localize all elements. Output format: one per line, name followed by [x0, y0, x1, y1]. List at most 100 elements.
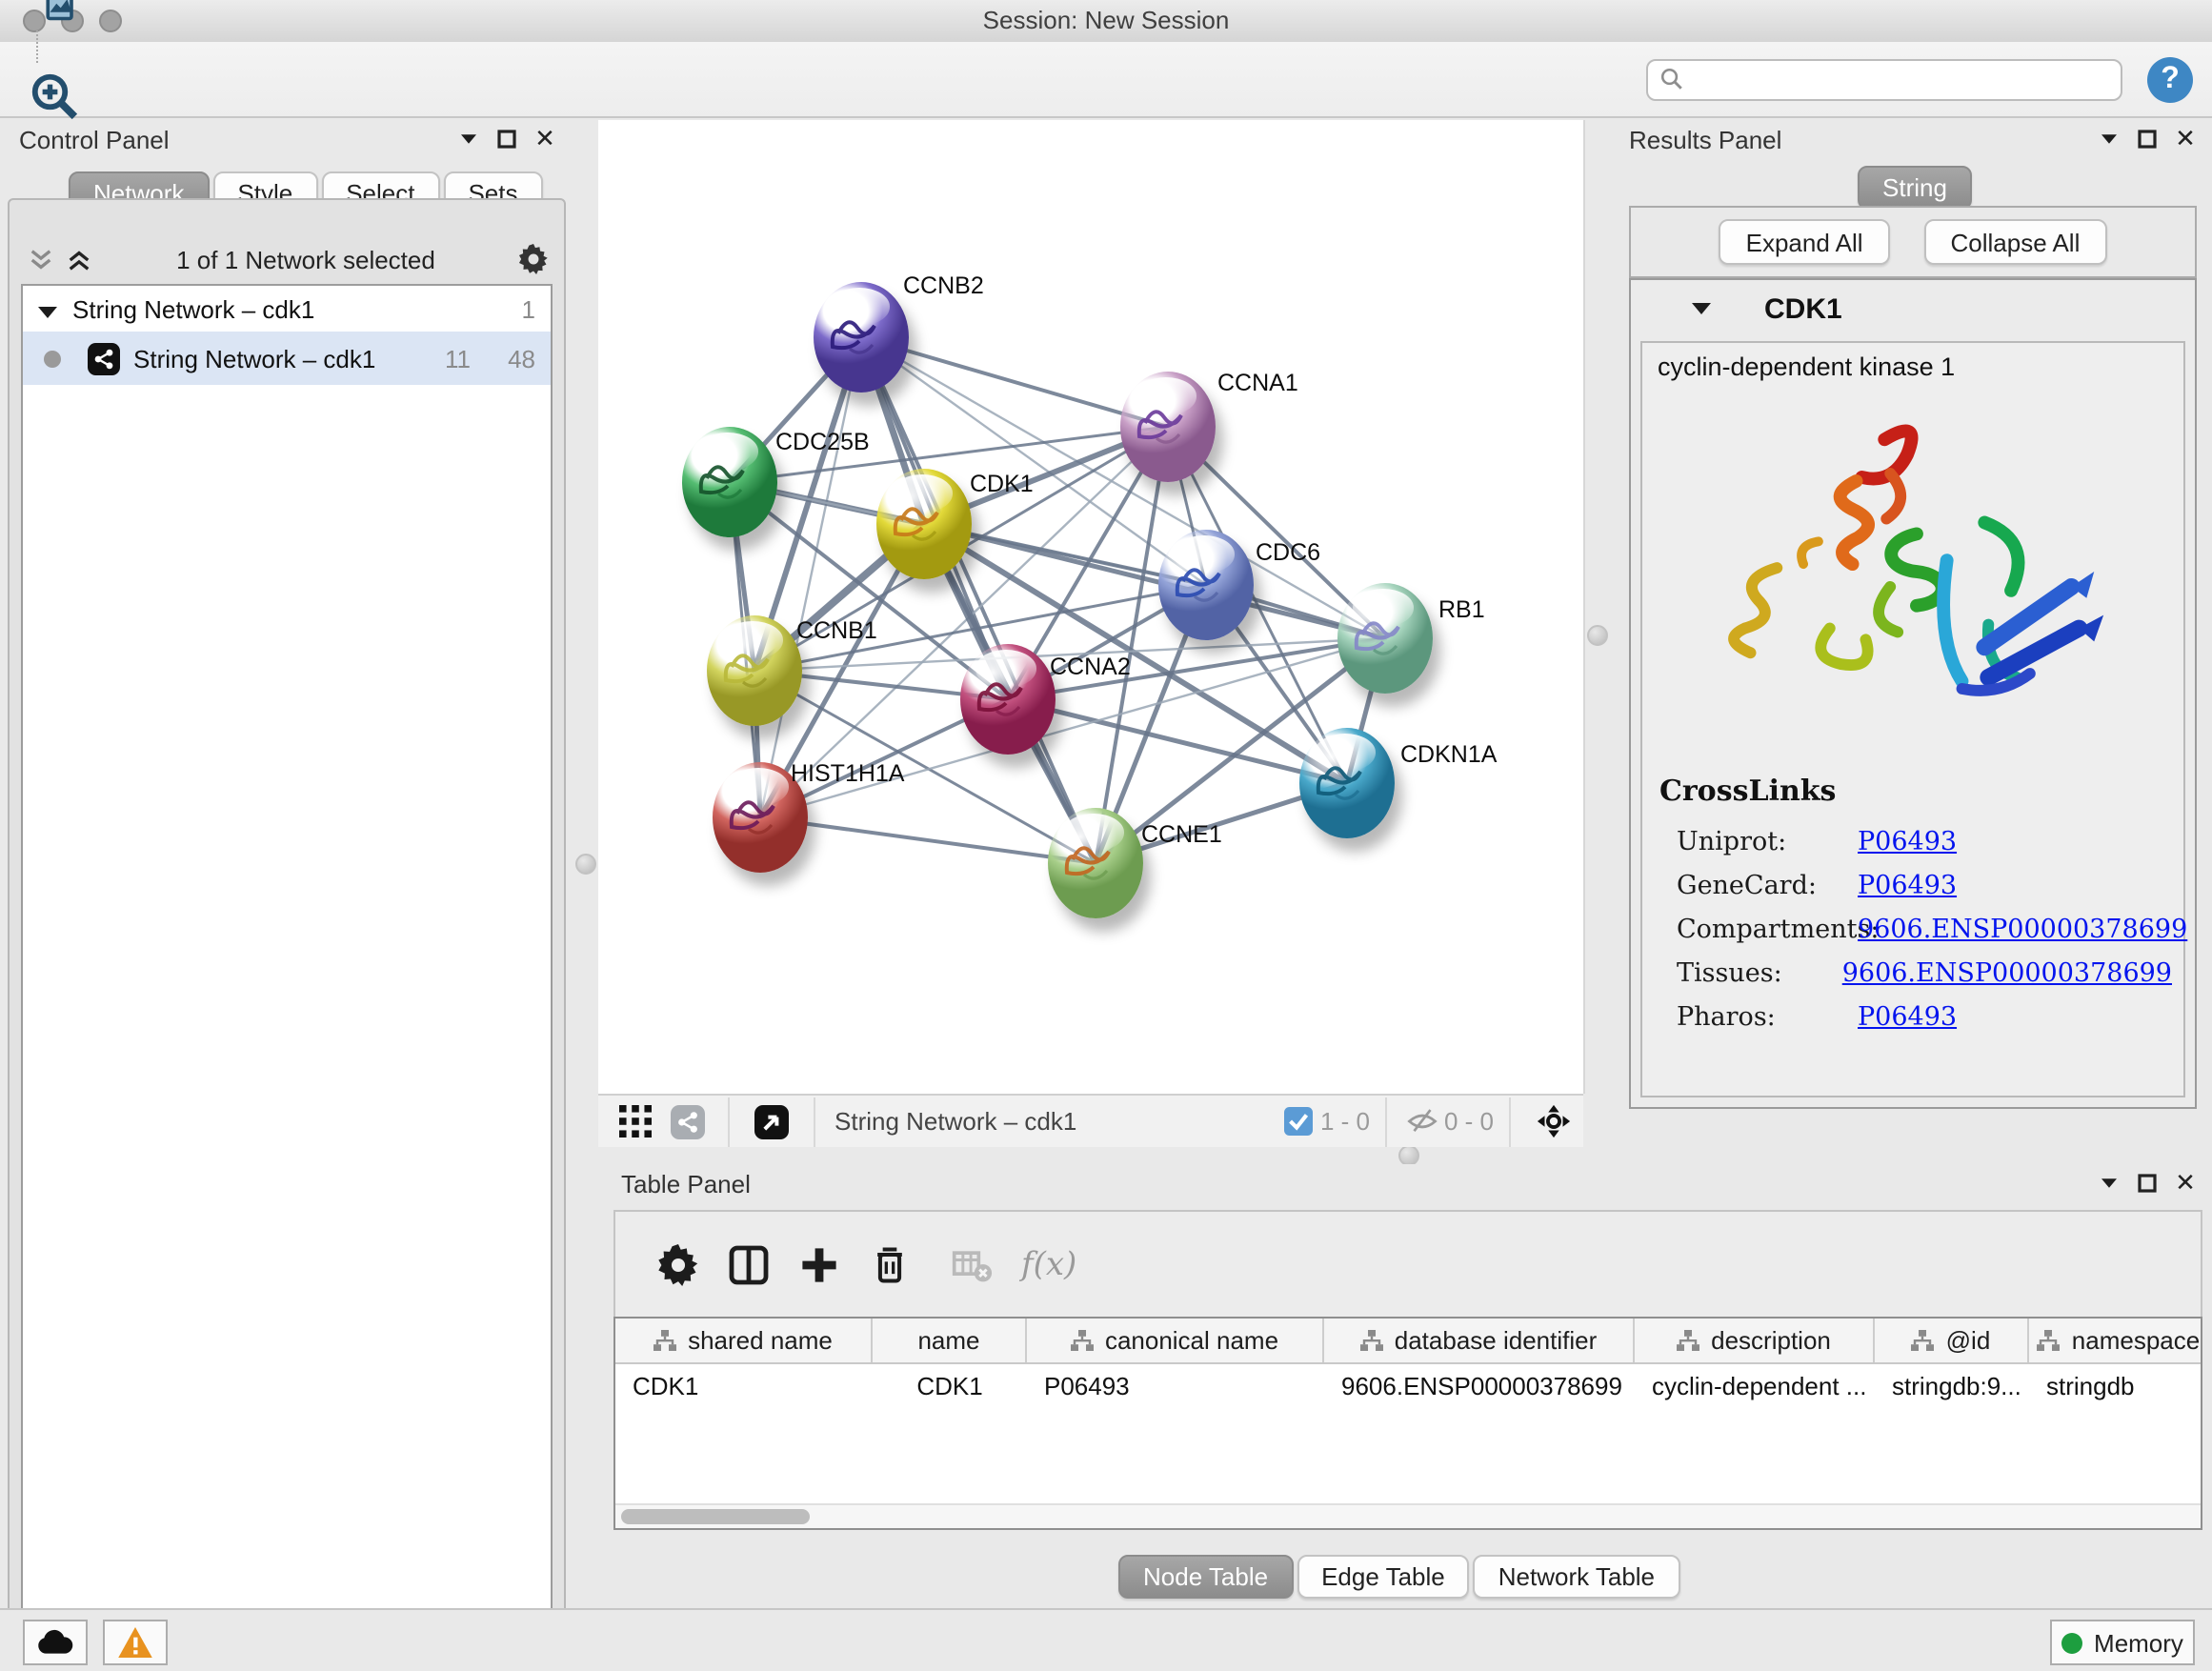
- table-row[interactable]: CDK1CDK1P064939606.ENSP00000378699cyclin…: [615, 1364, 2201, 1406]
- column-header--id[interactable]: @id: [1875, 1319, 2029, 1362]
- protein-thumbnail-icon: [695, 453, 764, 518]
- protein-thumbnail-icon: [890, 495, 958, 560]
- node-ccnb1[interactable]: [707, 615, 802, 726]
- hidden-count: 0 - 0: [1444, 1107, 1494, 1136]
- add-column-icon[interactable]: [783, 1232, 854, 1297]
- show-columns-icon[interactable]: [713, 1232, 783, 1297]
- table-horizontal-scrollbar[interactable]: [615, 1503, 2201, 1528]
- expand-all-button[interactable]: Expand All: [1719, 219, 1890, 265]
- network-canvas[interactable]: CCNB2 CCNA1 CDC25B CDK1 CDC6 RB1 CCNB1 C…: [598, 120, 1585, 1094]
- search-input[interactable]: [1684, 64, 2109, 94]
- crosslink-link[interactable]: 9606.ENSP00000378699: [1858, 914, 2187, 944]
- table-settings-gear-icon[interactable]: [642, 1232, 713, 1297]
- crosslink-link[interactable]: 9606.ENSP00000378699: [1842, 957, 2172, 988]
- column-header-namespace[interactable]: namespace: [2029, 1319, 2202, 1362]
- column-header-shared-name[interactable]: shared name: [615, 1319, 873, 1362]
- cloud-status-button[interactable]: [23, 1620, 88, 1665]
- collapse-all-icon[interactable]: [21, 247, 59, 272]
- node-ccne1[interactable]: [1048, 808, 1143, 918]
- tab-edge-table[interactable]: Edge Table: [1297, 1555, 1470, 1599]
- delete-column-trash-icon[interactable]: [854, 1232, 924, 1297]
- search-field[interactable]: [1646, 58, 2122, 100]
- zoom-in-button[interactable]: [19, 64, 88, 129]
- tab-network-table[interactable]: Network Table: [1474, 1555, 1679, 1599]
- network-row[interactable]: String Network – cdk1 11 48: [23, 332, 551, 385]
- cell-description[interactable]: cyclin-dependent ...: [1635, 1364, 1875, 1406]
- node-result-section: CDK1 cyclin-dependent kinase 1: [1629, 278, 2197, 1109]
- right-splitter[interactable]: [1583, 120, 1610, 1145]
- node-table[interactable]: shared namename canonical name database …: [613, 1317, 2202, 1530]
- expand-all-icon[interactable]: [59, 247, 97, 272]
- crosslink-row: Pharos: P06493: [1677, 995, 2172, 1038]
- crosslink-link[interactable]: P06493: [1858, 826, 1957, 856]
- network-collection-row[interactable]: String Network – cdk1 1: [23, 286, 551, 332]
- results-menu-icon[interactable]: [2090, 133, 2128, 145]
- cell--id[interactable]: stringdb:9...: [1875, 1364, 2029, 1406]
- cell-database-identifier[interactable]: 9606.ENSP00000378699: [1324, 1364, 1635, 1406]
- node-label-ccna2: CCNA2: [1050, 654, 1131, 680]
- help-icon: ?: [2161, 62, 2180, 96]
- node-cdc25b[interactable]: [682, 427, 777, 537]
- node-rb1[interactable]: [1337, 583, 1433, 694]
- results-panel: Results Panel ✕ String Expand All Collap…: [1610, 120, 2212, 1145]
- node-ccna1[interactable]: [1120, 372, 1216, 482]
- left-splitter[interactable]: [572, 120, 598, 1608]
- network-view-icon[interactable]: [663, 1089, 713, 1154]
- table-toolbar: f(x): [613, 1210, 2202, 1317]
- protein-thumbnail-icon: [1172, 556, 1240, 621]
- panel-menu-icon[interactable]: [450, 133, 488, 145]
- gear-icon[interactable]: [514, 244, 553, 274]
- node-label-cdc25b: CDC25B: [775, 429, 870, 455]
- protein-thumbnail-icon: [726, 789, 794, 854]
- float-panel-icon[interactable]: [488, 130, 526, 149]
- protein-thumbnail-icon: [1134, 398, 1202, 463]
- attribute-tree-icon: [1360, 1329, 1383, 1352]
- results-close-icon[interactable]: ✕: [2166, 124, 2204, 154]
- export-image-button[interactable]: [19, 0, 88, 30]
- help-button[interactable]: ?: [2147, 56, 2193, 102]
- cell-name[interactable]: CDK1: [873, 1364, 1027, 1406]
- node-label-ccna1: CCNA1: [1217, 370, 1298, 396]
- column-header-name[interactable]: name: [873, 1319, 1027, 1362]
- section-header[interactable]: CDK1: [1631, 280, 2195, 337]
- table-menu-icon[interactable]: [2090, 1178, 2128, 1189]
- network-status-bar: String Network – cdk1 1 - 0 0 - 0: [598, 1094, 1583, 1147]
- column-header-canonical-name[interactable]: canonical name: [1027, 1319, 1324, 1362]
- close-panel-icon[interactable]: ✕: [526, 124, 564, 154]
- grid-view-icon[interactable]: [606, 1089, 663, 1154]
- toolbar-separator: [36, 30, 38, 62]
- cloud-icon: [36, 1629, 74, 1656]
- tab-string[interactable]: String: [1858, 166, 1972, 210]
- node-ccna2[interactable]: [960, 644, 1056, 755]
- node-cdc6[interactable]: [1158, 530, 1254, 640]
- detach-view-icon[interactable]: [745, 1089, 798, 1154]
- expand-collapse-bar: Expand All Collapse All: [1629, 206, 2197, 278]
- column-header-database-identifier[interactable]: database identifier: [1324, 1319, 1635, 1362]
- selected-checkbox-icon[interactable]: [1278, 1089, 1320, 1154]
- warning-status-button[interactable]: [103, 1620, 168, 1665]
- collection-expand-icon[interactable]: [23, 294, 72, 323]
- crosslink-row: Compartments: 9606.ENSP00000378699: [1677, 907, 2172, 951]
- collapse-all-button[interactable]: Collapse All: [1924, 219, 2107, 265]
- cell-namespace[interactable]: stringdb: [2029, 1364, 2202, 1406]
- results-float-icon[interactable]: [2128, 130, 2166, 149]
- cell-canonical-name[interactable]: P06493: [1027, 1364, 1324, 1406]
- node-ccnb2[interactable]: [814, 282, 909, 393]
- function-builder-icon: f(x): [1021, 1245, 1076, 1283]
- table-float-icon[interactable]: [2128, 1174, 2166, 1193]
- node-cdk1[interactable]: [876, 469, 972, 579]
- memory-button[interactable]: Memory: [2050, 1620, 2195, 1665]
- crosslink-link[interactable]: P06493: [1858, 1001, 1957, 1032]
- control-panel-title: Control Panel: [0, 125, 450, 153]
- section-collapse-icon[interactable]: [1692, 303, 1711, 314]
- results-panel-title: Results Panel: [1610, 125, 2090, 153]
- attribute-tree-icon: [1912, 1329, 1935, 1352]
- search-icon: [1659, 67, 1684, 91]
- node-cdkn1a[interactable]: [1299, 728, 1395, 838]
- tab-node-table[interactable]: Node Table: [1118, 1555, 1293, 1599]
- column-header-description[interactable]: description: [1635, 1319, 1875, 1362]
- crosslink-link[interactable]: P06493: [1858, 870, 1957, 900]
- table-close-icon[interactable]: ✕: [2166, 1168, 2204, 1198]
- cell-shared-name[interactable]: CDK1: [615, 1364, 873, 1406]
- pan-mode-icon[interactable]: [1526, 1089, 1579, 1154]
